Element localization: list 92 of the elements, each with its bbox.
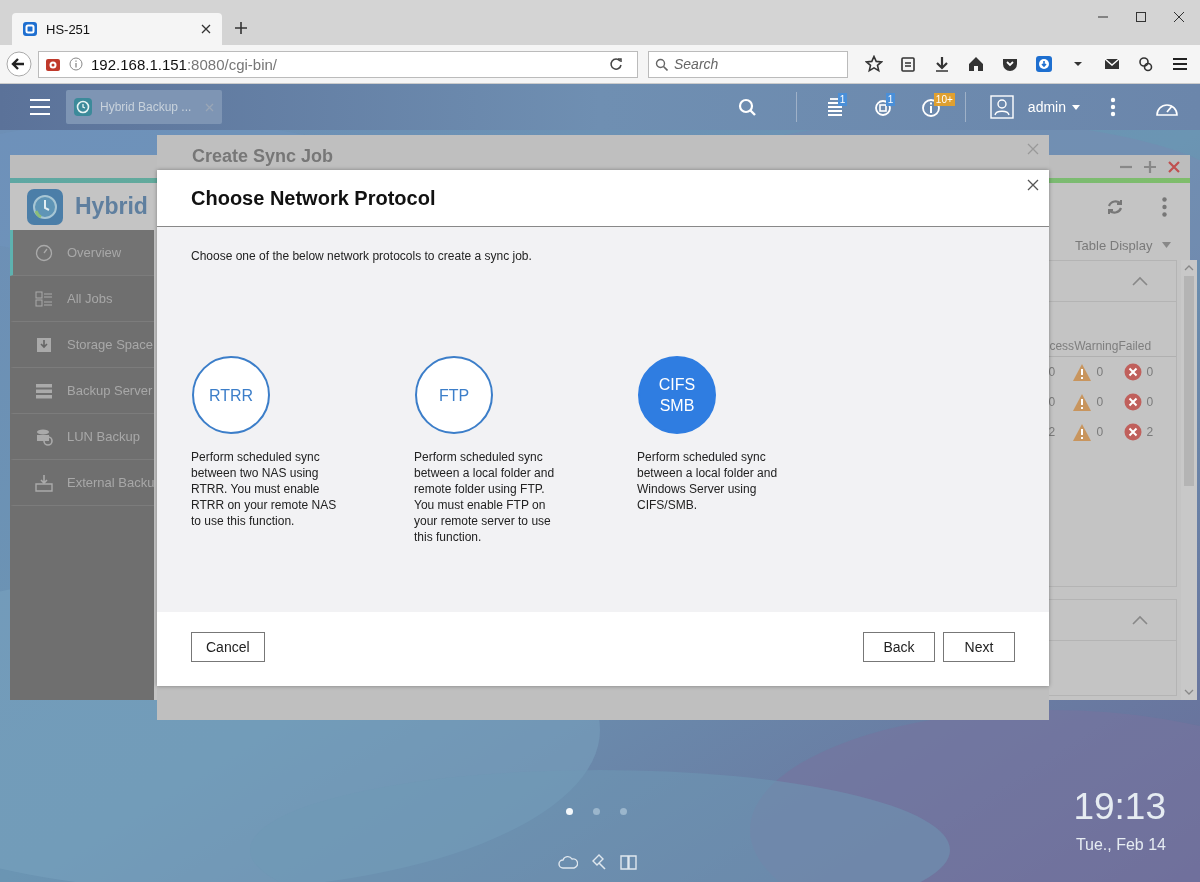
search-field[interactable]: Search — [648, 50, 848, 78]
error-icon — [1124, 393, 1143, 411]
table-cell-text: 2 — [1048, 425, 1057, 439]
sidebar-item[interactable]: All Jobs — [10, 276, 155, 322]
sidebar-item[interactable]: Storage Space — [10, 322, 155, 368]
caret-icon — [1072, 104, 1080, 110]
search-icon — [655, 57, 668, 71]
sidebar-item[interactable]: External Backu — [10, 460, 155, 506]
dialog-title: Choose Network Protocol — [191, 186, 436, 210]
clock-time: 19:13 — [1073, 786, 1166, 828]
page-dot[interactable] — [593, 808, 600, 815]
info-icon — [69, 57, 83, 71]
browser-tab[interactable]: HS-251 — [12, 13, 222, 45]
clipboard-icon[interactable] — [899, 55, 917, 73]
maximize-icon[interactable] — [1136, 12, 1146, 22]
app-logo-icon — [27, 188, 63, 225]
database-icon — [35, 427, 53, 446]
cancel-button[interactable]: Cancel — [191, 632, 265, 662]
scroll-down-icon — [1184, 688, 1195, 696]
column-header: Failed — [1118, 339, 1152, 353]
table-cell: 0 — [1096, 425, 1104, 439]
next-button[interactable]: Next — [943, 632, 1015, 662]
error-icon — [1124, 363, 1143, 381]
warning-icon — [1072, 392, 1093, 412]
download-icon[interactable] — [933, 55, 951, 73]
close-icon[interactable] — [1027, 179, 1039, 191]
shield-icon — [45, 56, 61, 72]
table-cell: 0 — [1096, 365, 1104, 379]
user-icon[interactable] — [989, 95, 1014, 119]
collapse-icon[interactable] — [1132, 615, 1149, 625]
gauge-icon — [35, 243, 53, 262]
back-icon[interactable] — [6, 51, 32, 77]
table-cell: 2 — [1146, 425, 1154, 439]
page-icon — [22, 21, 38, 37]
count-badge: 1 — [885, 93, 896, 106]
scrollbar[interactable] — [1181, 260, 1198, 700]
search-icon[interactable] — [737, 98, 756, 116]
error-icon — [1124, 423, 1143, 441]
count-badge: 10+ — [933, 93, 955, 106]
bookmark-star-icon[interactable] — [865, 55, 883, 73]
more-icon[interactable] — [1162, 196, 1168, 217]
url-text: 192.168.1.151:8080/cgi-bin/ — [91, 55, 277, 73]
table-cell-text: 0 — [1048, 365, 1057, 379]
app-tab[interactable]: Hybrid Backup ... — [66, 90, 222, 124]
warning-icon — [1072, 362, 1093, 382]
table-cell: 0 — [1146, 395, 1154, 409]
checklist-icon — [35, 289, 53, 308]
clock-icon — [74, 98, 92, 116]
caret-icon — [1162, 242, 1172, 248]
sidebar-item[interactable]: LUN Backup — [10, 414, 155, 460]
drive-icon — [35, 473, 53, 492]
table-cell: 0 — [1096, 395, 1104, 409]
scroll-up-icon — [1184, 264, 1195, 272]
option-description: Perform scheduled sync between two NAS using RTRR. You must enable RTRR on your remote NAS to use this function. — [191, 449, 338, 529]
book-icon[interactable] — [620, 853, 637, 871]
protocol-option[interactable]: CIFS SMB — [638, 356, 716, 434]
server-icon — [35, 381, 53, 400]
tab-title: HS-251 — [46, 21, 92, 37]
hammer-icon[interactable] — [590, 853, 608, 871]
page-dot[interactable] — [566, 808, 573, 815]
address-field[interactable]: 192.168.1.151:8080/cgi-bin/ — [38, 50, 638, 78]
home-icon[interactable] — [967, 55, 985, 73]
dialog-title: Create Sync Job — [192, 146, 334, 167]
sidebar-item[interactable]: Backup Server — [10, 368, 155, 414]
option-description: Perform scheduled sync between a local folder and remote folder using FTP. You must enable FTP on your remote server to use this function. — [414, 449, 556, 545]
instruction-text: Choose one of the below network protocols to create a sync job. — [191, 249, 533, 263]
app-title: Hybrid — [75, 193, 148, 220]
option-description: Perform scheduled sync between a local folder and Windows Server using CIFS/SMB. — [637, 449, 779, 513]
page-dot[interactable] — [620, 808, 627, 815]
user-menu[interactable]: admin — [1027, 99, 1080, 115]
back-button[interactable]: Back — [863, 632, 935, 662]
table-cell-text: 0 — [1048, 395, 1057, 409]
cloud-icon[interactable] — [558, 854, 578, 870]
count-badge: 1 — [837, 93, 848, 106]
sync-icon[interactable] — [872, 97, 893, 117]
reload-icon[interactable] — [609, 57, 623, 71]
collapse-icon[interactable] — [1132, 276, 1149, 286]
close-icon[interactable] — [1174, 12, 1184, 22]
table-cell: 0 — [1146, 365, 1154, 379]
download-icon — [35, 335, 53, 354]
close-icon[interactable] — [200, 23, 212, 35]
protocol-option[interactable]: FTP — [415, 356, 493, 434]
column-header: Warning — [1074, 339, 1119, 353]
more-icon[interactable] — [1110, 97, 1116, 117]
warning-icon — [1072, 422, 1093, 442]
menu-icon[interactable] — [1171, 55, 1189, 73]
refresh-icon[interactable] — [1106, 197, 1125, 216]
view-dropdown[interactable]: Table Display — [1075, 237, 1172, 253]
new-tab-icon[interactable] — [234, 21, 248, 35]
clock-date: Tue., Feb 14 — [1075, 836, 1166, 854]
protocol-option[interactable]: RTRR — [192, 356, 270, 434]
column-header: cess — [1049, 339, 1075, 353]
